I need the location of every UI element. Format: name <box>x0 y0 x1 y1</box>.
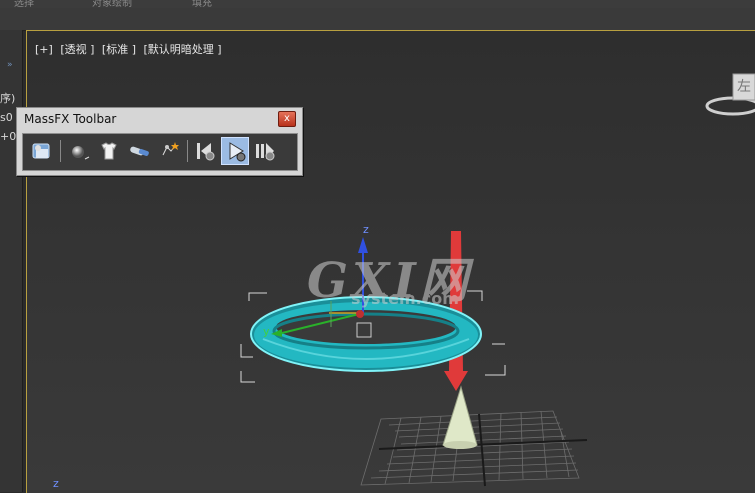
step-icon <box>256 143 275 161</box>
viewcube[interactable]: 左 <box>703 68 755 118</box>
step-simulation-button[interactable] <box>251 137 279 165</box>
world-parameters-button[interactable] <box>27 137 55 165</box>
reset-icon <box>197 143 215 161</box>
gizmo-z-label: z <box>363 223 369 236</box>
panel-text: +0 <box>0 130 17 143</box>
watermark: GXI网 system.com <box>307 241 472 311</box>
toolbar-separator <box>187 140 188 162</box>
ragdoll-button[interactable] <box>155 137 183 165</box>
massfx-toolbar[interactable]: MassFX Toolbar x <box>16 107 303 176</box>
shirt-icon <box>101 142 117 160</box>
toolbar-button-row <box>22 133 298 171</box>
close-button[interactable]: x <box>278 111 296 127</box>
rigid-body-button[interactable] <box>65 137 93 165</box>
perspective-viewport[interactable]: [+] [透视 ] [标准 ] [默认明暗处理 ] z y GXI网 syste… <box>26 30 755 493</box>
toolbar-separator <box>60 140 61 162</box>
sphere-icon <box>72 146 90 160</box>
expand-chevron-icon[interactable]: » <box>7 60 13 70</box>
play-icon <box>229 142 246 162</box>
world-parameters-icon <box>32 143 50 159</box>
ribbon-strip <box>0 8 755 31</box>
ragdoll-icon <box>162 142 179 156</box>
mcloth-button[interactable] <box>95 137 123 165</box>
reset-simulation-button[interactable] <box>191 137 219 165</box>
command-panel: » 序) s0 +0 <box>0 30 23 492</box>
watermark-domain: system.com <box>351 289 459 308</box>
start-simulation-button[interactable] <box>221 137 249 165</box>
toolbar-title[interactable]: MassFX Toolbar <box>24 112 116 126</box>
panel-text: s0 <box>0 111 13 124</box>
viewcube-face-label: 左 <box>737 79 751 95</box>
gizmo-y-label: y <box>263 325 270 338</box>
panel-text: 序) <box>0 92 16 105</box>
corner-axis-label: z <box>53 477 59 490</box>
constraint-icon <box>130 146 149 156</box>
constraint-button[interactable] <box>125 137 153 165</box>
cone-object <box>442 385 478 449</box>
